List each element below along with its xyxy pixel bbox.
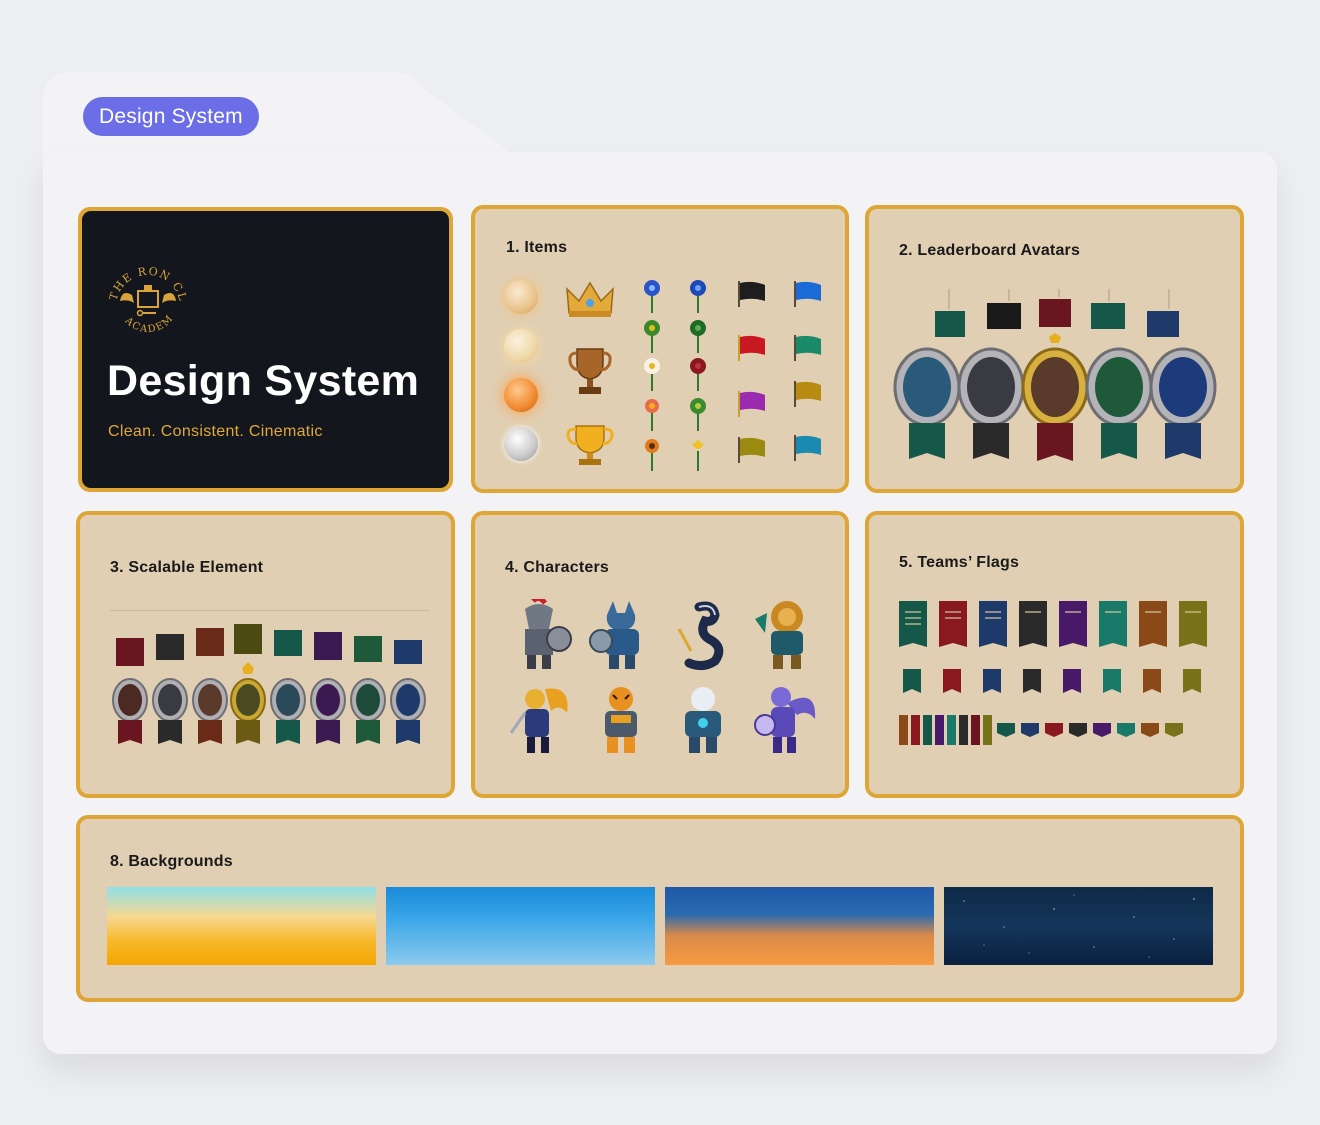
team-banners-graphic xyxy=(899,601,1207,745)
green-flower-icon xyxy=(690,320,706,353)
yellow-tulip-icon xyxy=(691,439,705,471)
backgrounds-title: 8. Backgrounds xyxy=(110,853,233,870)
avatar-podium-graphic xyxy=(893,289,1217,461)
hero-card: THE RON CLARK ACADEMY Design System Clea… xyxy=(78,207,453,492)
cyan-flag-icon xyxy=(794,435,821,461)
scalable-element-card[interactable]: 3. Scalable Element xyxy=(76,511,455,798)
night-sky-background-swatch[interactable] xyxy=(944,887,1213,965)
red-rose-icon xyxy=(690,358,706,391)
items-title: 1. Items xyxy=(506,239,568,256)
scalable-title: 3. Scalable Element xyxy=(110,559,264,576)
items-card[interactable]: 1. Items xyxy=(471,205,849,493)
griffin-character-icon xyxy=(509,688,568,753)
cream-orb-icon xyxy=(504,280,538,314)
characters-title: 4. Characters xyxy=(505,559,609,576)
svg-text:THE RON CLARK: THE RON CLARK xyxy=(102,255,190,303)
olive-flag-icon xyxy=(738,437,765,463)
coral-flower-icon xyxy=(645,399,659,431)
teams-flags-card[interactable]: 5. Teams’ Flags xyxy=(865,511,1244,798)
lion-character-icon xyxy=(755,601,803,669)
wolf-character-icon xyxy=(589,601,639,669)
sunset-background-swatch[interactable] xyxy=(665,887,934,965)
leaderboard-avatars-card[interactable]: 2. Leaderboard Avatars xyxy=(865,205,1244,493)
orange-orb-icon xyxy=(504,378,538,412)
characters-card[interactable]: 4. Characters xyxy=(471,511,849,798)
teal-flag-icon xyxy=(794,335,821,361)
light-orb-icon xyxy=(504,329,538,363)
blue-flower-icon xyxy=(690,280,706,313)
crown-icon xyxy=(566,281,614,317)
daisy-icon xyxy=(644,358,660,391)
dragon-character-icon xyxy=(754,687,816,753)
white-tiger-character-icon xyxy=(685,687,721,753)
sky-background-swatch[interactable] xyxy=(386,887,655,965)
sunrise-background-swatch[interactable] xyxy=(107,887,376,965)
silver-orb-icon xyxy=(504,427,538,461)
stars-pattern xyxy=(963,894,1195,958)
orange-flower-icon xyxy=(645,439,659,471)
hero-title: Design System xyxy=(107,357,420,405)
academy-logo: THE RON CLARK ACADEMY xyxy=(102,255,190,335)
green-flower-icon xyxy=(644,320,660,353)
gold-flag-icon xyxy=(794,381,821,407)
teams-flags-title: 5. Teams’ Flags xyxy=(899,554,1020,571)
red-flag-icon xyxy=(738,335,765,361)
design-system-tag[interactable]: Design System xyxy=(83,97,259,136)
serpent-character-icon xyxy=(677,601,724,671)
blue-flag-icon xyxy=(794,281,821,307)
hero-subtitle: Clean. Consistent. Cinematic xyxy=(108,423,323,440)
green-flower-icon xyxy=(690,398,706,431)
gold-trophy-icon xyxy=(566,425,614,465)
tiger-character-icon xyxy=(605,687,637,753)
bronze-trophy-icon xyxy=(568,348,612,394)
blue-flower-icon xyxy=(644,280,660,313)
scalable-ranking-graphic xyxy=(110,610,430,744)
purple-flag-icon xyxy=(738,391,765,417)
knight-character-icon xyxy=(525,599,572,669)
black-flag-icon xyxy=(738,281,765,307)
leaderboard-title: 2. Leaderboard Avatars xyxy=(899,242,1081,259)
